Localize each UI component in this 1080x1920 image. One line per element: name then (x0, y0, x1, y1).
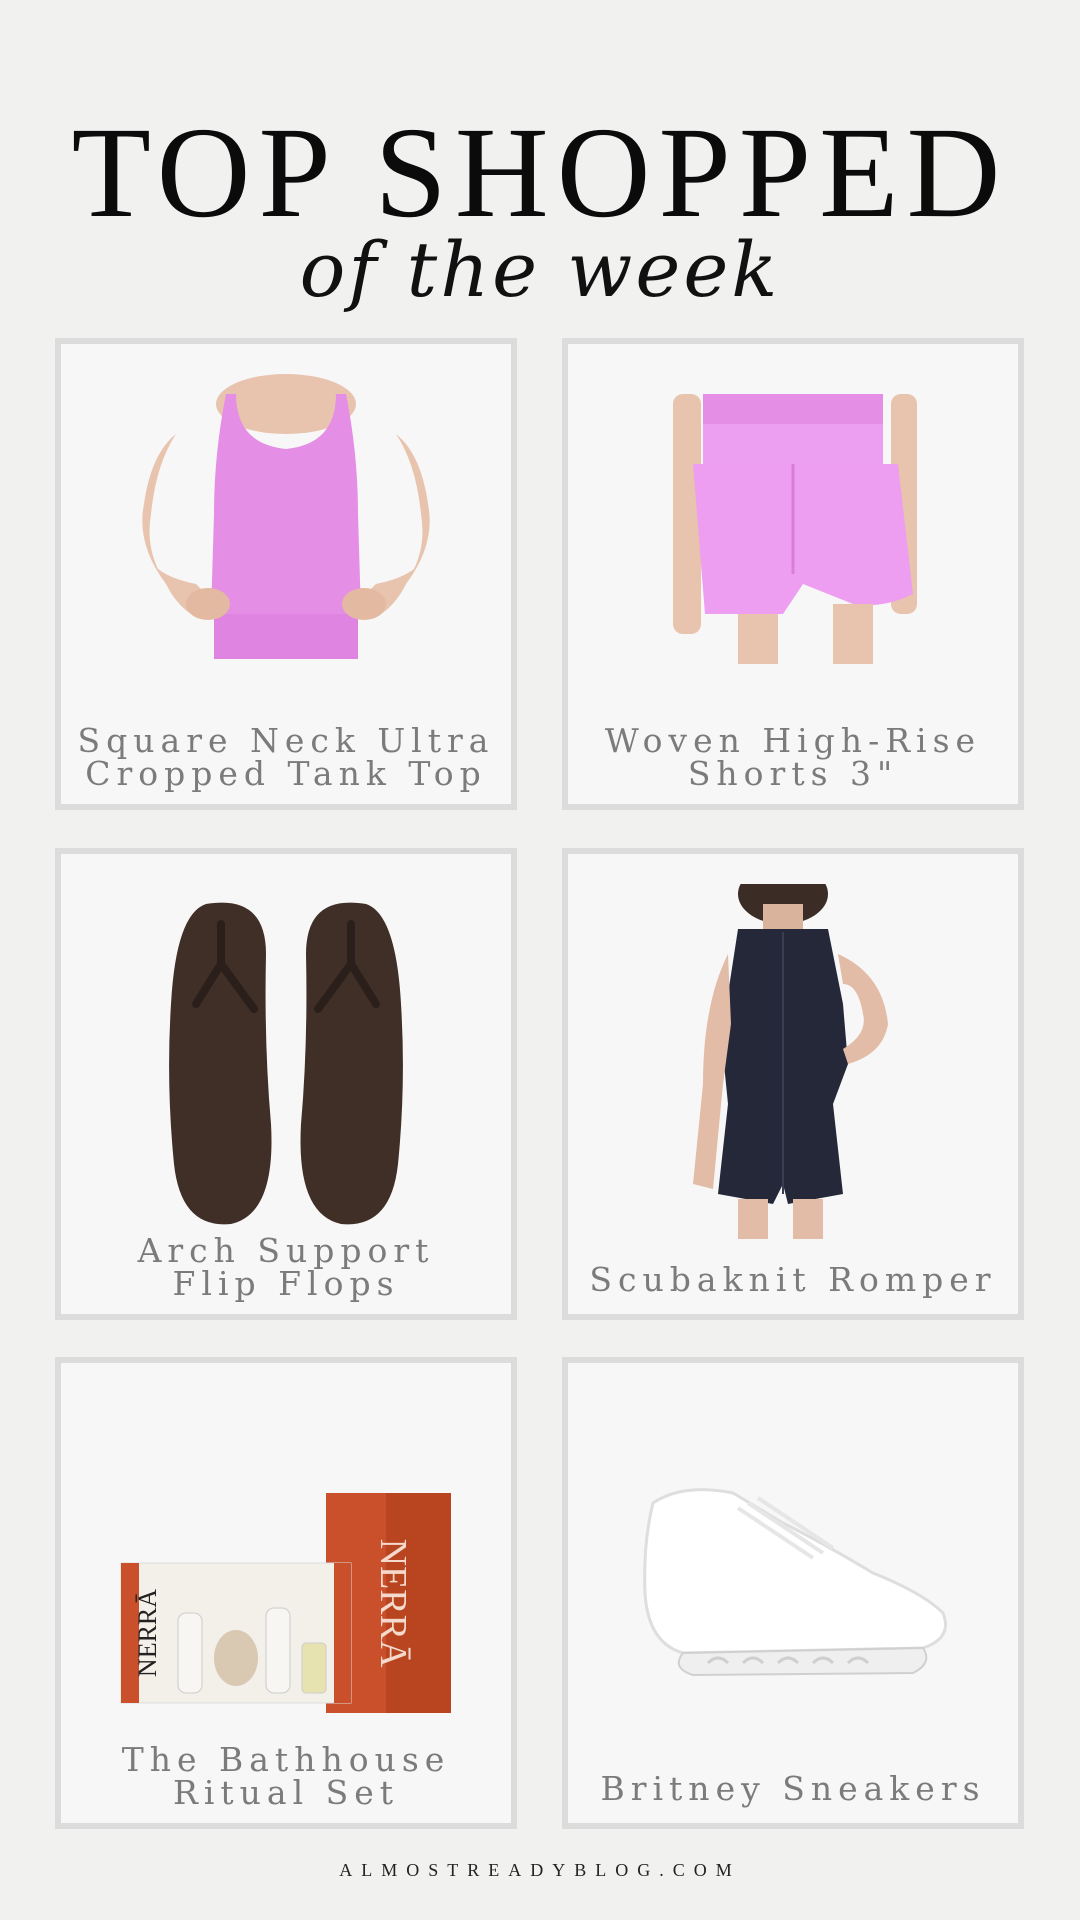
product-label: Scubaknit Romper (576, 1263, 1010, 1296)
product-label-line: Arch Support (137, 1231, 435, 1270)
product-label: The Bathhouse Ritual Set (69, 1743, 503, 1809)
pink-shorts-image (568, 344, 1018, 704)
page-subtitle: of the week (299, 225, 781, 314)
brand-text: NERRĀ (372, 1539, 414, 1668)
product-label-line: Shorts 3" (687, 754, 899, 793)
pink-tank-top-image (61, 344, 511, 704)
product-label-line: The Bathhouse (121, 1740, 451, 1779)
product-card-shorts[interactable]: Woven High-Rise Shorts 3" (562, 338, 1024, 810)
product-label-line: Scubaknit Romper (589, 1260, 997, 1299)
product-card-bathhouse-set[interactable]: NERRĀ NERRĀ The Bathhouse Ritual Set (55, 1357, 517, 1829)
footer-site-url[interactable]: ALMOSTREADYBLOG.COM (0, 1860, 1080, 1881)
product-card-flip-flops[interactable]: Arch Support Flip Flops (55, 848, 517, 1320)
product-label: Arch Support Flip Flops (69, 1234, 503, 1300)
product-label-line: Woven High-Rise (604, 721, 982, 760)
brown-flip-flops-image (61, 874, 511, 1254)
product-label-line: Britney Sneakers (600, 1769, 986, 1808)
product-label: Square Neck Ultra Cropped Tank Top (69, 724, 503, 790)
product-label-line: Ritual Set (172, 1773, 400, 1812)
navy-romper-image (568, 874, 1018, 1254)
product-label-line: Square Neck Ultra (77, 721, 495, 760)
product-card-tank-top[interactable]: Square Neck Ultra Cropped Tank Top (55, 338, 517, 810)
product-label-line: Cropped Tank Top (85, 754, 487, 793)
white-sneakers-image (568, 1373, 1018, 1793)
product-label: Woven High-Rise Shorts 3" (576, 724, 1010, 790)
product-label: Britney Sneakers (576, 1772, 1010, 1805)
page-title: TOP SHOPPED (71, 101, 1009, 245)
product-label-line: Flip Flops (172, 1264, 400, 1303)
product-card-sneakers[interactable]: Britney Sneakers (562, 1357, 1024, 1829)
product-card-romper[interactable]: Scubaknit Romper (562, 848, 1024, 1320)
brand-text: NERRĀ (133, 1589, 162, 1677)
